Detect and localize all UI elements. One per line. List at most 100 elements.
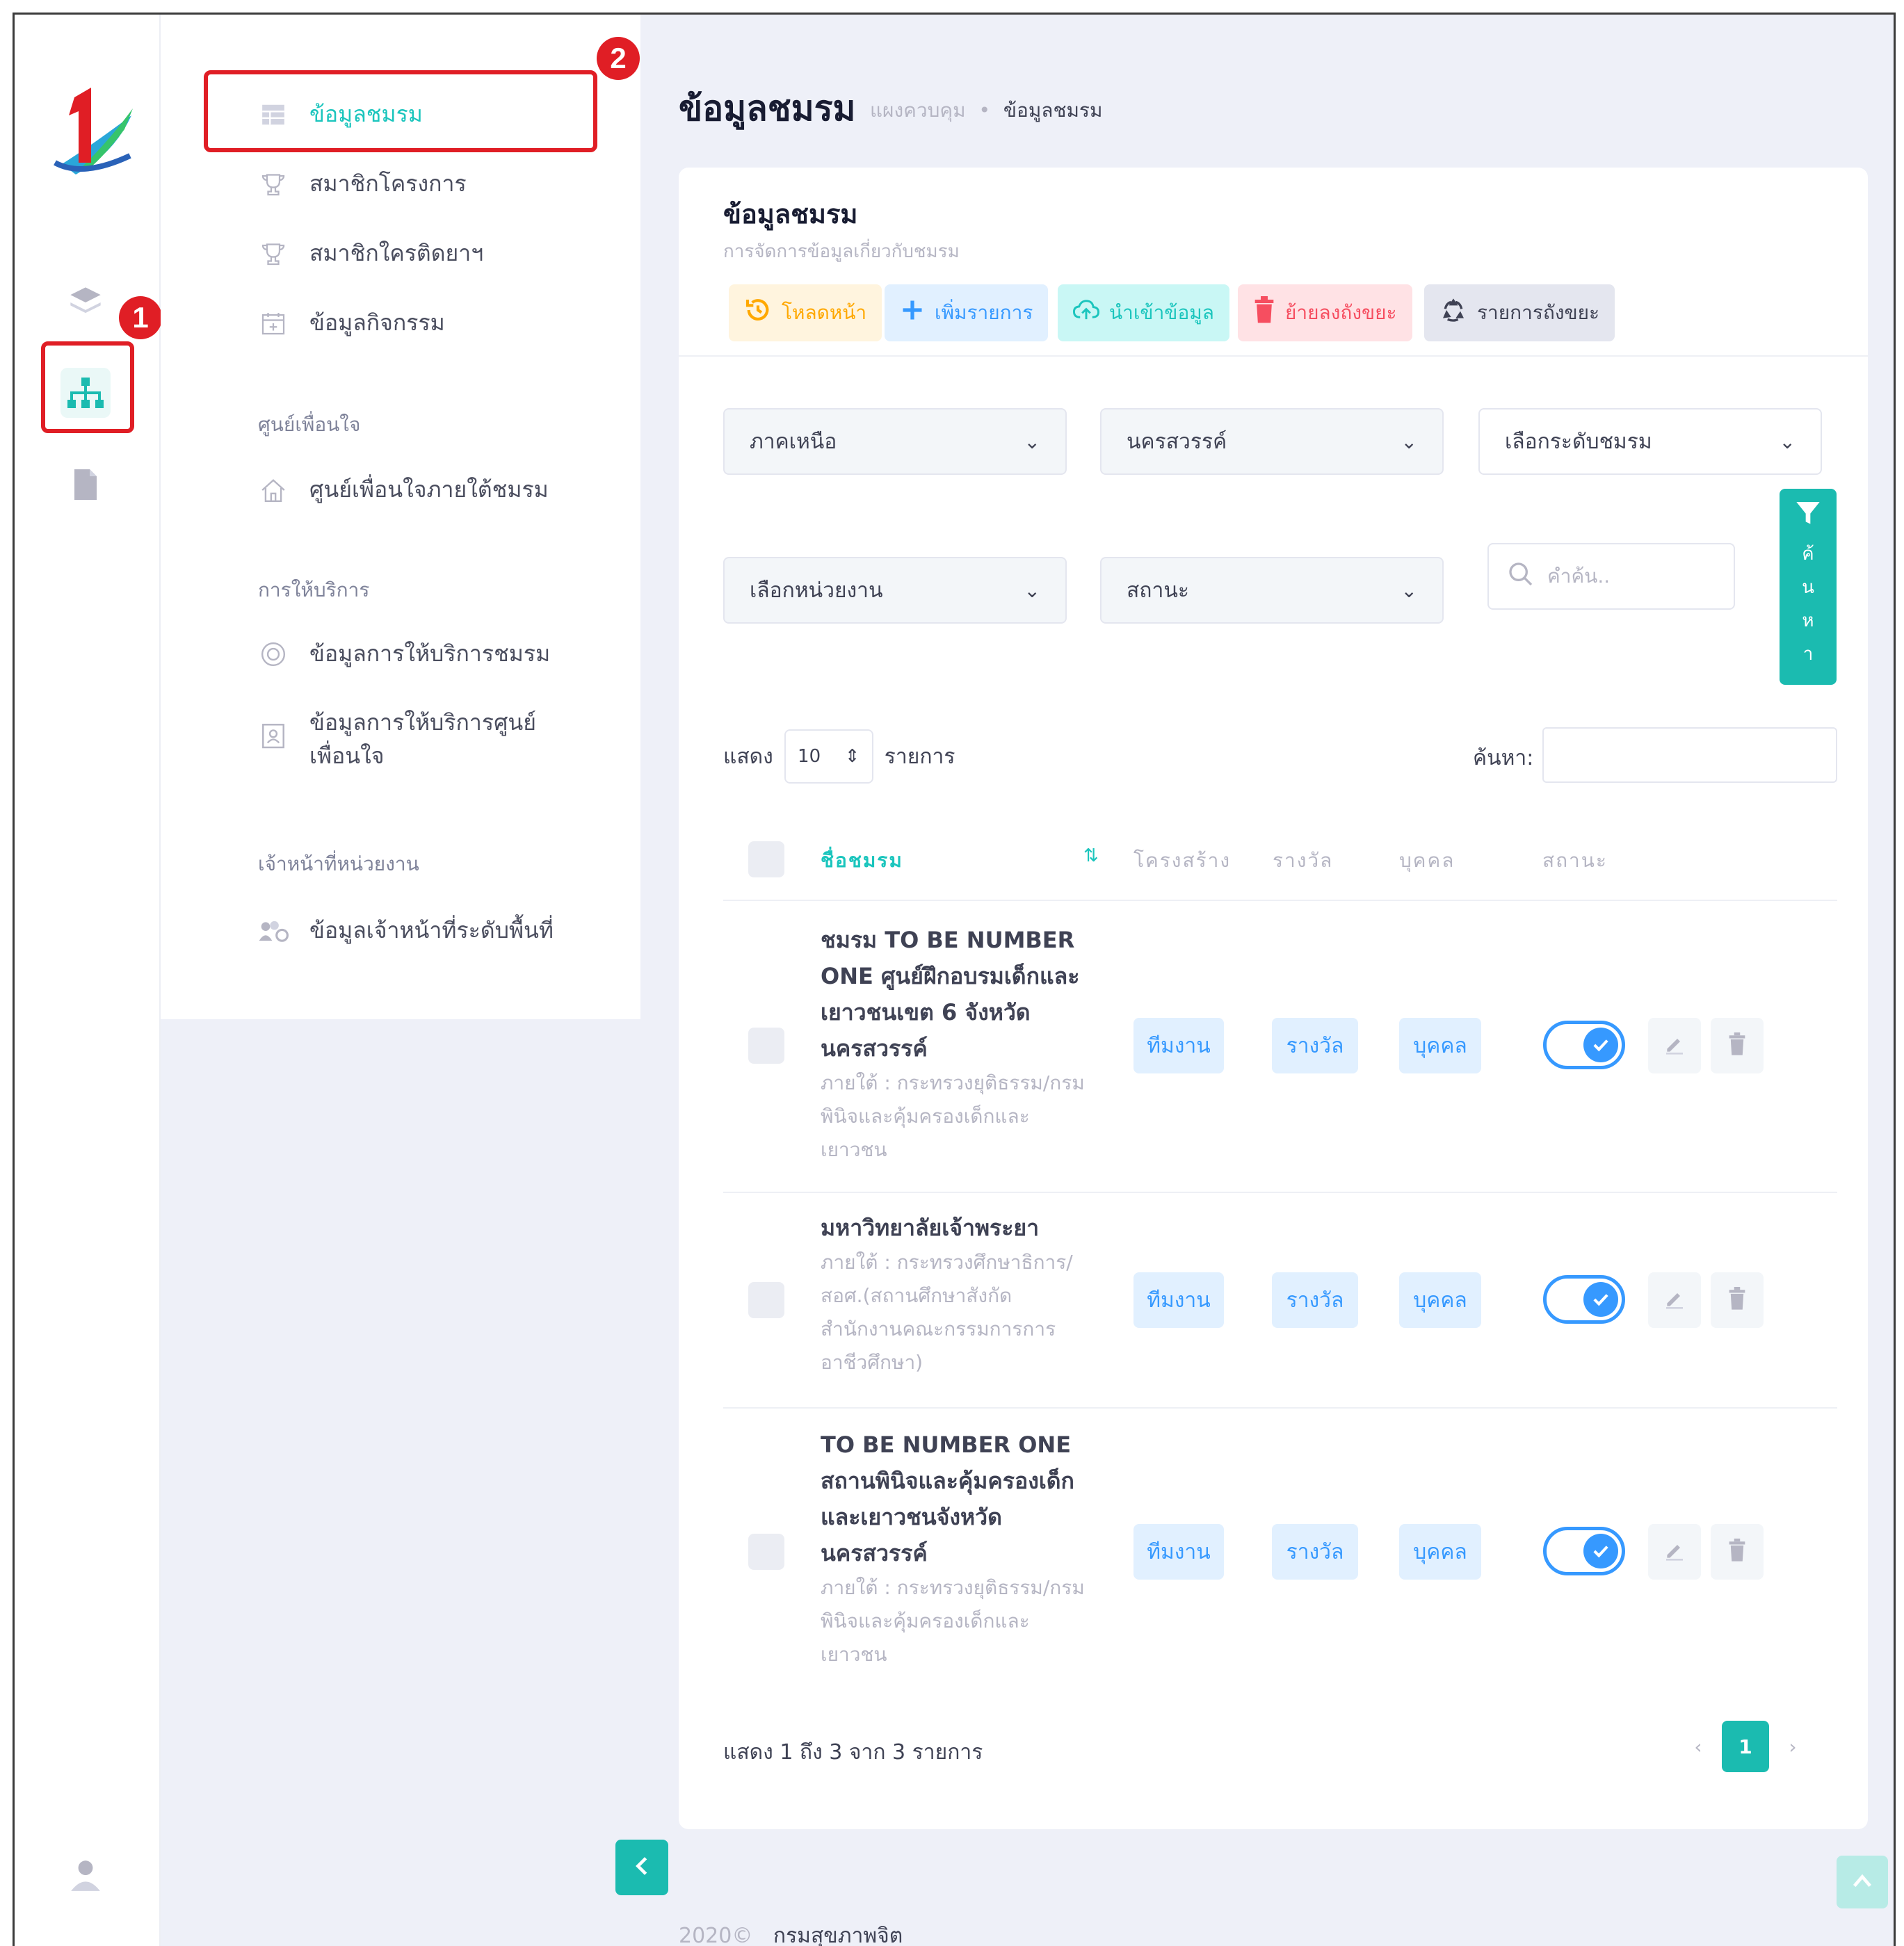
next-page-button[interactable]: › bbox=[1776, 1721, 1809, 1772]
status-toggle[interactable] bbox=[1543, 1527, 1625, 1575]
sort-icon[interactable]: ⇅ bbox=[1083, 845, 1100, 866]
sidebar-item-activities[interactable]: ข้อมูลกิจกรรม bbox=[258, 305, 445, 341]
page-length-select[interactable]: 10 ⇕ bbox=[784, 729, 873, 784]
delete-button[interactable] bbox=[1711, 1272, 1764, 1328]
club-name-text: TO BE NUMBER ONE สถานพินิจและคุ้มครองเด็… bbox=[821, 1432, 1074, 1566]
club-level-select[interactable]: เลือกระดับชมรม ⌄ bbox=[1478, 408, 1822, 475]
select-all-checkbox[interactable] bbox=[748, 841, 784, 877]
status-toggle[interactable] bbox=[1543, 1275, 1625, 1324]
row-checkbox[interactable] bbox=[748, 1534, 784, 1570]
sidebar-item-center[interactable]: ศูนย์เพื่อนใจภายใต้ชมรม bbox=[258, 472, 549, 508]
row-checkbox[interactable] bbox=[748, 1282, 784, 1318]
annotation-marker-1: 1 bbox=[119, 296, 162, 339]
length-prefix: แสดง bbox=[723, 744, 773, 769]
chevron-down-icon: ⌄ bbox=[1024, 430, 1040, 453]
table-row: มหาวิทยาลัยเจ้าพระยา ภายใต้ : กระทรวงศึก… bbox=[723, 1193, 1837, 1409]
contact-card-icon bbox=[258, 720, 289, 750]
sidebar-item-label: สมาชิกใครติดยาฯ bbox=[309, 240, 484, 266]
status-select[interactable]: สถานะ ⌄ bbox=[1100, 557, 1444, 624]
reload-button[interactable]: โหลดหน้า bbox=[729, 284, 882, 341]
add-item-button[interactable]: เพิ่มรายการ bbox=[885, 284, 1049, 341]
club-name[interactable]: TO BE NUMBER ONE สถานพินิจและคุ้มครองเด็… bbox=[821, 1427, 1092, 1671]
footer-org[interactable]: กรมสุขภาพจิต bbox=[773, 1924, 903, 1946]
table-header: ชื่อชมรม ⇅ โครงสร้าง รางวัล บุคคล สถานะ bbox=[723, 818, 1837, 901]
region-select[interactable]: ภาคเหนือ ⌄ bbox=[723, 408, 1067, 475]
search-button[interactable]: ค้ น ห า bbox=[1780, 489, 1837, 685]
edit-button[interactable] bbox=[1648, 1272, 1701, 1328]
sidebar-item-label: ข้อมูลการให้บริการศูนย์ เพื่อนใจ bbox=[309, 706, 536, 772]
sidebar-item-staff[interactable]: ข้อมูลเจ้าหน้าที่ระดับพื้นที่ bbox=[258, 913, 554, 948]
club-under: ภายใต้ : กระทรวงยุติธรรม/กรมพินิจและคุ้ม… bbox=[821, 1071, 1085, 1161]
table-search-label: ค้นหา: bbox=[1473, 746, 1534, 770]
edit-button[interactable] bbox=[1648, 1018, 1701, 1073]
sidebar-item-label-line2: เพื่อนใจ bbox=[309, 743, 385, 769]
row-checkbox[interactable] bbox=[748, 1028, 784, 1064]
award-button[interactable]: รางวัล bbox=[1272, 1524, 1358, 1580]
delete-button[interactable] bbox=[1711, 1524, 1764, 1580]
recycle-icon bbox=[1439, 296, 1467, 330]
keyword-search-input[interactable]: คำค้น.. bbox=[1487, 543, 1735, 610]
team-button[interactable]: ทีมงาน bbox=[1133, 1018, 1224, 1073]
calendar-plus-icon bbox=[258, 308, 289, 339]
card-subtitle: การจัดการข้อมูลเกี่ยวกับชมรม bbox=[723, 241, 960, 262]
pencil-icon bbox=[1663, 1539, 1686, 1564]
province-select[interactable]: นครสวรรค์ ⌄ bbox=[1100, 408, 1444, 475]
team-button[interactable]: ทีมงาน bbox=[1133, 1524, 1224, 1580]
club-card: ข้อมูลชมรม การจัดการข้อมูลเกี่ยวกับชมรม … bbox=[679, 168, 1868, 1829]
chevron-down-icon: ⌄ bbox=[1024, 578, 1040, 602]
trash-icon bbox=[1253, 295, 1275, 330]
person-button[interactable]: บุคคล bbox=[1399, 1272, 1481, 1328]
sidebar-item-drug-members[interactable]: สมาชิกใครติดยาฯ bbox=[258, 236, 483, 271]
column-structure: โครงสร้าง bbox=[1133, 849, 1232, 872]
scroll-top-button[interactable] bbox=[1837, 1856, 1888, 1908]
edit-button[interactable] bbox=[1648, 1524, 1701, 1580]
sidebar-item-service-center[interactable]: ข้อมูลการให้บริการศูนย์ เพื่อนใจ bbox=[258, 706, 536, 772]
layers-icon[interactable] bbox=[60, 277, 111, 327]
icon-rail: 1 bbox=[15, 15, 162, 1946]
club-name[interactable]: ชมรม TO BE NUMBER ONE ศูนย์ฝึกอบรมเด็กแล… bbox=[821, 922, 1092, 1167]
sidebar-item-service-club[interactable]: ข้อมูลการให้บริการชมรม bbox=[258, 636, 550, 672]
length-suffix: รายการ bbox=[884, 744, 955, 769]
prev-page-button[interactable]: ‹ bbox=[1681, 1721, 1715, 1772]
person-button[interactable]: บุคคล bbox=[1399, 1018, 1481, 1073]
sidebar-item-project-members[interactable]: สมาชิกโครงการ bbox=[258, 166, 467, 202]
chevron-left-icon bbox=[634, 1856, 650, 1879]
unit-select[interactable]: เลือกหน่วยงาน ⌄ bbox=[723, 557, 1067, 624]
file-icon[interactable] bbox=[60, 460, 111, 510]
chevron-up-icon bbox=[1852, 1872, 1873, 1892]
move-to-trash-button[interactable]: ย้ายลงถังขยะ bbox=[1238, 284, 1412, 341]
club-under: ภายใต้ : กระทรวงศึกษาธิการ/สอศ.(สถานศึกษ… bbox=[821, 1251, 1073, 1374]
page-title: ข้อมูลชมรม bbox=[679, 88, 856, 129]
page-1-button[interactable]: 1 bbox=[1722, 1721, 1769, 1772]
import-label: นำเข้าข้อมูล bbox=[1109, 301, 1214, 324]
team-button[interactable]: ทีมงาน bbox=[1133, 1272, 1224, 1328]
person-button[interactable]: บุคคล bbox=[1399, 1524, 1481, 1580]
breadcrumb-dashboard[interactable]: แผงควบคุม bbox=[870, 99, 966, 122]
sidebar-collapse-button[interactable] bbox=[615, 1840, 668, 1895]
sidebar-item-label: ศูนย์เพื่อนใจภายใต้ชมรม bbox=[309, 476, 549, 503]
trophy-icon bbox=[258, 169, 289, 200]
table-search-input[interactable] bbox=[1542, 727, 1837, 783]
award-button[interactable]: รางวัล bbox=[1272, 1272, 1358, 1328]
award-button[interactable]: รางวัล bbox=[1272, 1018, 1358, 1073]
table-info: แสดง 1 ถึง 3 จาก 3 รายการ bbox=[723, 1740, 983, 1765]
search-button-char-3: ห bbox=[1802, 610, 1814, 631]
sort-updown-icon: ⇕ bbox=[844, 746, 860, 767]
trash-list-button[interactable]: รายการถังขยะ bbox=[1424, 284, 1615, 341]
import-button[interactable]: นำเข้าข้อมูล bbox=[1058, 284, 1229, 341]
trash-icon bbox=[1728, 1032, 1746, 1059]
check-icon bbox=[1583, 1534, 1618, 1568]
status-toggle[interactable] bbox=[1543, 1021, 1625, 1069]
move-to-trash-label: ย้ายลงถังขยะ bbox=[1285, 301, 1397, 324]
delete-button[interactable] bbox=[1711, 1018, 1764, 1073]
column-name[interactable]: ชื่อชมรม bbox=[821, 845, 903, 876]
club-under: ภายใต้ : กระทรวงยุติธรรม/กรมพินิจและคุ้ม… bbox=[821, 1576, 1085, 1666]
table-row: ชมรม TO BE NUMBER ONE ศูนย์ฝึกอบรมเด็กแล… bbox=[723, 901, 1837, 1193]
club-level-value: เลือกระดับชมรม bbox=[1505, 429, 1652, 454]
chevron-down-icon: ⌄ bbox=[1779, 430, 1796, 453]
filter-icon bbox=[1794, 498, 1822, 537]
club-name[interactable]: มหาวิทยาลัยเจ้าพระยา ภายใต้ : กระทรวงศึก… bbox=[821, 1210, 1092, 1379]
search-button-char-2: น bbox=[1802, 577, 1814, 598]
province-value: นครสวรรค์ bbox=[1127, 429, 1227, 454]
user-icon[interactable] bbox=[60, 1850, 111, 1900]
